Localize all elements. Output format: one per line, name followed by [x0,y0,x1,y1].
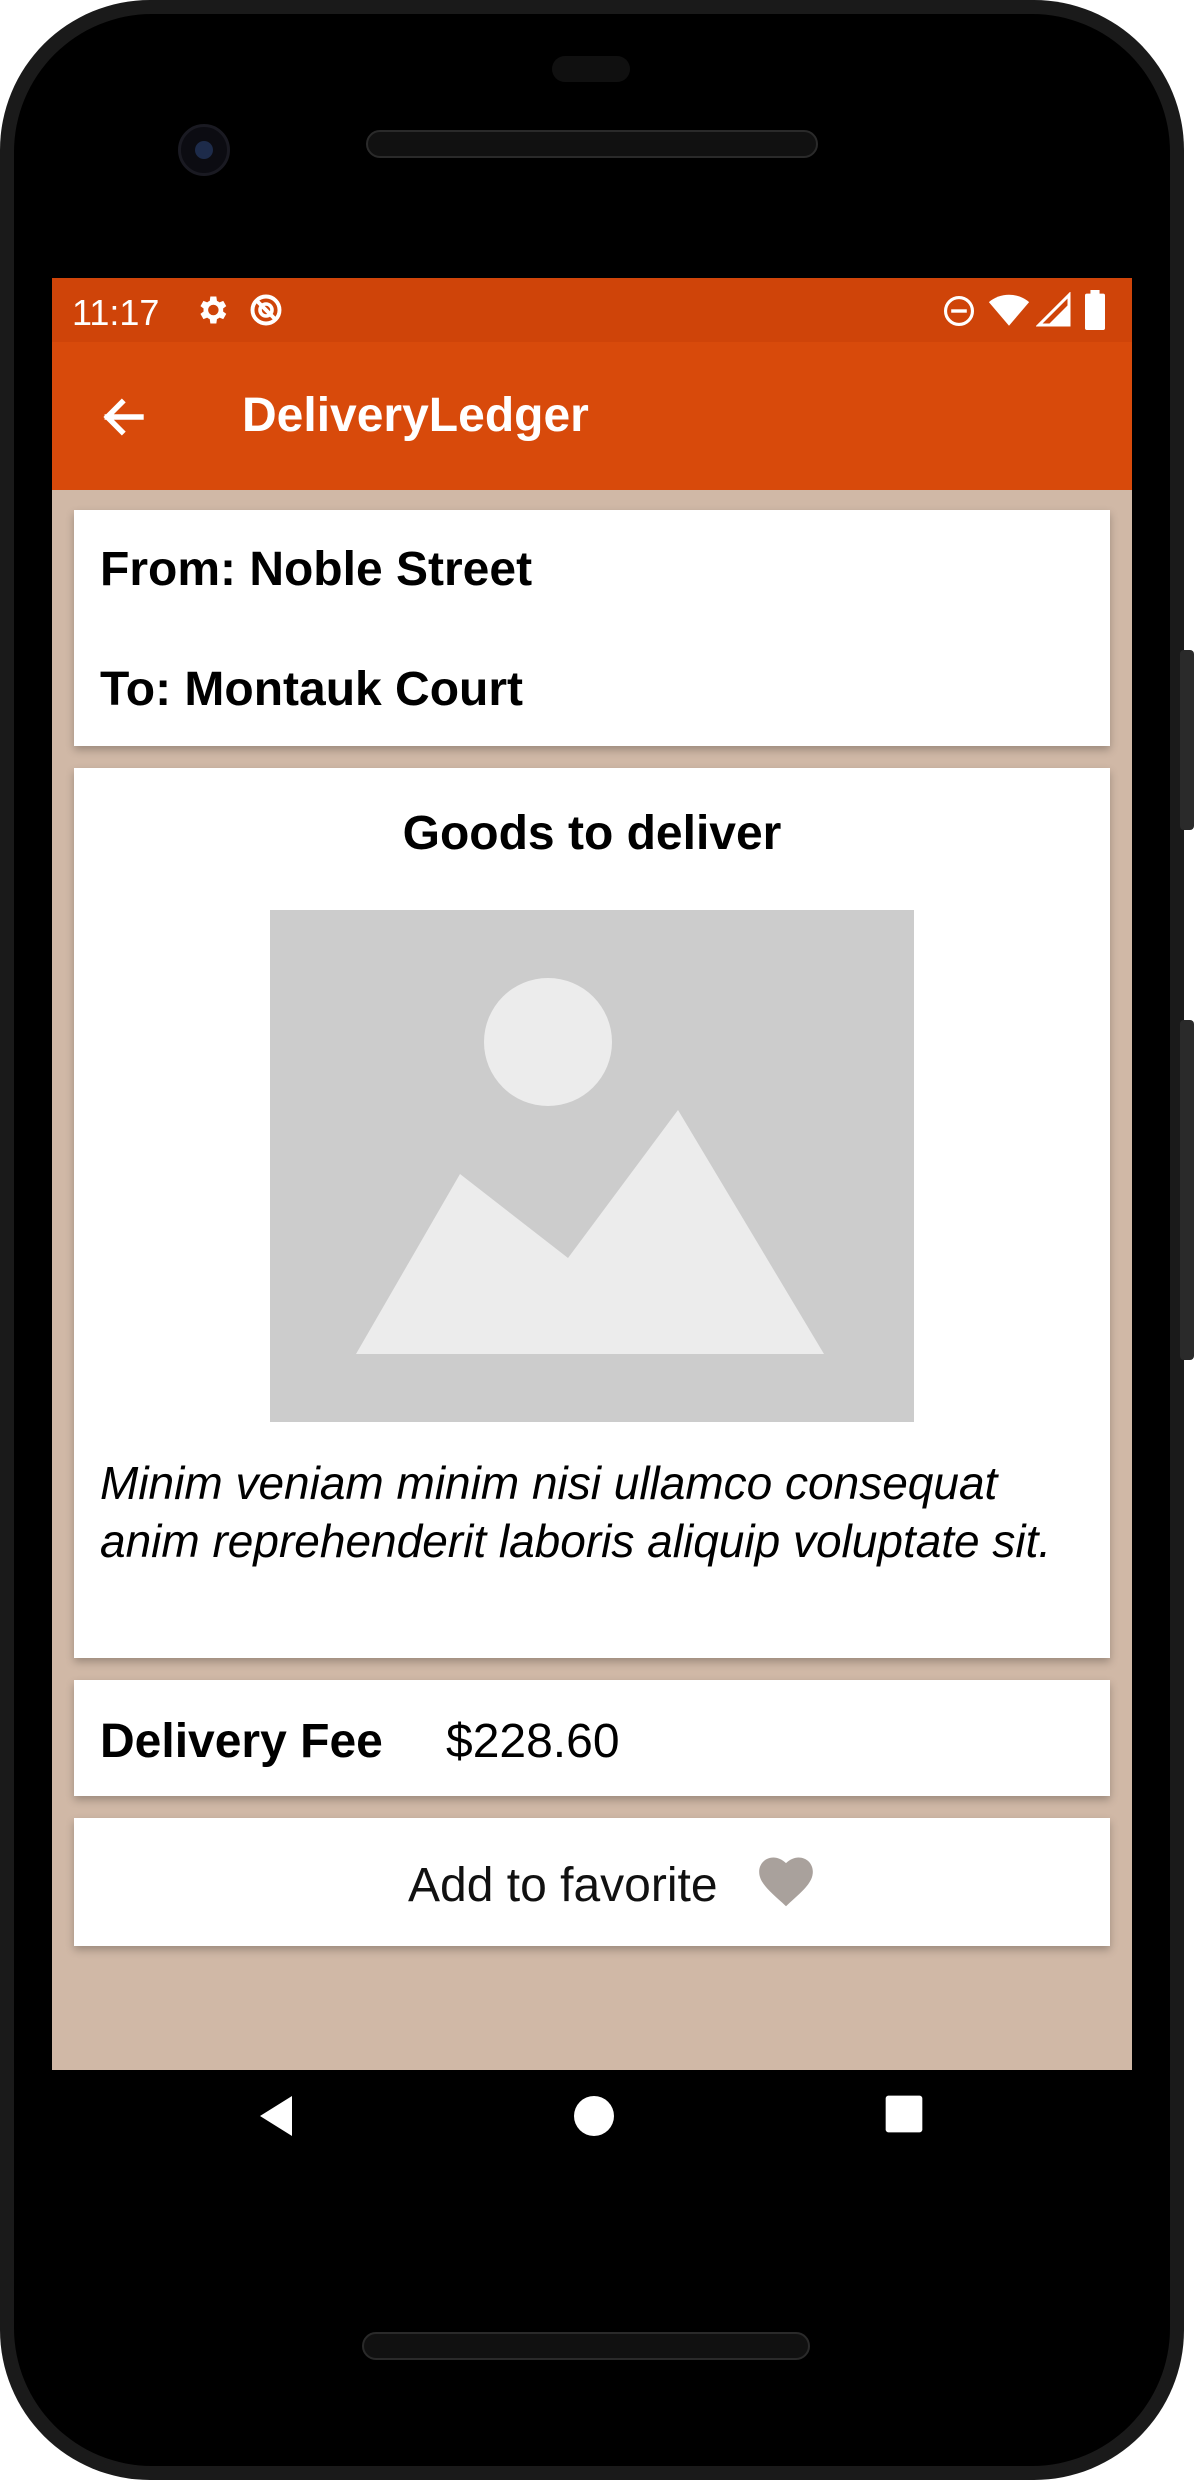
recents-square-icon[interactable] [882,2092,926,2136]
wifi-icon [988,294,1030,326]
route-card: From: Noble Street To: Montauk Court [74,510,1110,746]
power-button [1180,650,1194,830]
earpiece-speaker [366,130,818,158]
add-to-favorite-label: Add to favorite [408,1859,718,1912]
proximity-sensor [552,56,630,82]
goods-card: Goods to deliver Minim veniam minim nisi… [74,768,1110,1658]
app-title: DeliveryLedger [242,389,589,442]
add-to-favorite-button[interactable]: Add to favorite [74,1818,1110,1946]
do-not-disturb-icon [943,295,975,327]
status-time: 11:17 [72,292,160,333]
signal-icon [1036,292,1071,327]
home-circle-icon[interactable] [570,2092,618,2140]
delivery-fee-label: Delivery Fee [100,1715,383,1768]
screen: 11:17 DeliveryLedger From: Noble Street … [52,278,1132,2070]
delivery-fee-value: $228.60 [446,1715,620,1768]
volume-button [1180,1020,1194,1360]
back-triangle-icon[interactable] [252,2092,300,2140]
arrow-left-icon[interactable] [96,390,150,444]
delivery-fee-card: Delivery Fee $228.60 [74,1680,1110,1796]
bottom-speaker [362,2332,810,2360]
app-bar: DeliveryLedger [52,342,1132,490]
goods-title: Goods to deliver [402,807,782,860]
image-placeholder-icon [270,910,914,1422]
battery-icon [1085,290,1105,330]
sync-disabled-icon [250,294,282,326]
route-to: To: Montauk Court [100,663,524,716]
settings-icon [200,296,227,324]
status-bar: 11:17 [52,278,1132,342]
goods-description: Minim veniam minim nisi ullamco consequa… [100,1457,1052,1567]
route-from: From: Noble Street [100,543,533,596]
phone-frame: 11:17 DeliveryLedger From: Noble Street … [0,0,1194,2480]
front-camera [178,124,230,176]
heart-icon [759,1857,813,1907]
